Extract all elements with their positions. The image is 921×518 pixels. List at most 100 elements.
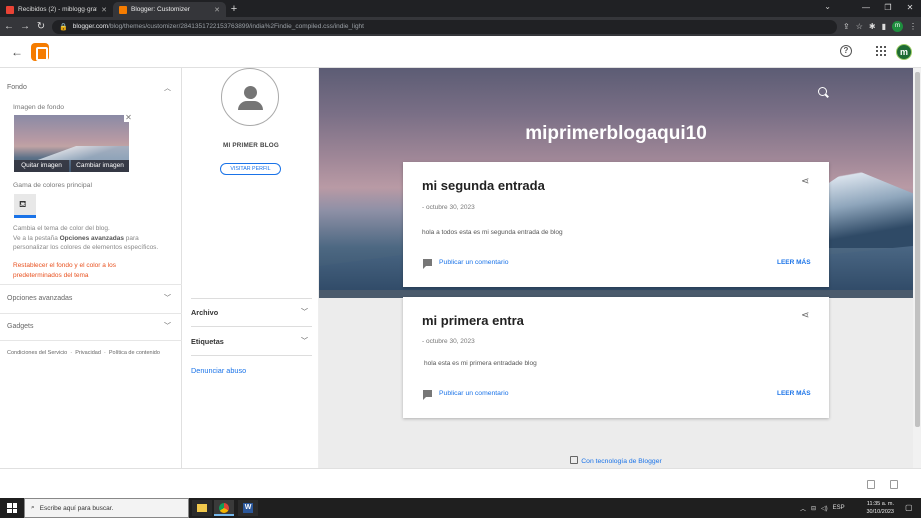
file-explorer-icon[interactable] bbox=[192, 500, 212, 516]
post-card: mi primera entra ⋖ - octubre 30, 2023 ho… bbox=[403, 297, 829, 418]
profile-picture[interactable] bbox=[221, 68, 279, 126]
back-arrow-icon[interactable]: ← bbox=[11, 45, 23, 59]
tab-blogger-customizer[interactable]: Blogger: Customizer ✕ bbox=[113, 2, 226, 17]
chevron-down-icon[interactable]: ﹀ bbox=[301, 307, 308, 317]
close-window-icon[interactable]: ✕ bbox=[899, 0, 921, 17]
menu-dots-icon[interactable]: ⋮ bbox=[909, 22, 917, 31]
close-tab-icon[interactable]: ✕ bbox=[214, 6, 220, 14]
share-page-icon[interactable]: ⇪ bbox=[843, 22, 850, 31]
scrollbar-thumb[interactable] bbox=[915, 72, 920, 427]
apps-grid-icon[interactable] bbox=[876, 46, 886, 56]
new-tab-button[interactable]: + bbox=[226, 2, 242, 17]
customizer-panel: Fondo ︿ Imagen de fondo ✕ Quitar imagen … bbox=[0, 68, 182, 468]
blog-title[interactable]: miprimerblogaqui10 bbox=[319, 123, 913, 145]
tab-title: Blogger: Customizer bbox=[131, 6, 190, 13]
chevron-up-icon[interactable]: ︿ bbox=[800, 504, 806, 513]
save-bar bbox=[0, 468, 921, 498]
notifications-icon[interactable]: ▢ bbox=[905, 503, 913, 512]
chevron-down-icon[interactable]: ﹀ bbox=[301, 336, 308, 346]
color-palette-button[interactable]: ⛾ bbox=[14, 194, 36, 218]
section-advanced-options[interactable]: Opciones avanzadas bbox=[7, 295, 72, 302]
palette-description: Cambia el tema de color del blog. Ve a l… bbox=[13, 225, 159, 251]
share-icon[interactable]: ⋖ bbox=[801, 310, 809, 321]
close-icon[interactable]: ✕ bbox=[124, 113, 133, 122]
post-date[interactable]: - octubre 30, 2023 bbox=[422, 338, 475, 345]
post-snippet: hola esta es mi primera entradade blog bbox=[424, 360, 537, 367]
blog-name: MI PRIMER BLOG bbox=[223, 142, 279, 149]
minimize-icon[interactable]: — bbox=[855, 0, 877, 17]
help-icon[interactable]: ? bbox=[840, 45, 852, 57]
extensions-icon[interactable]: ✱ bbox=[869, 22, 876, 31]
post-card: mi segunda entrada ⋖ - octubre 30, 2023 … bbox=[403, 162, 829, 287]
browser-tab-strip: Recibidos (2) - miblogg·gratisper... ✕ B… bbox=[0, 0, 921, 17]
chrome-icon[interactable] bbox=[214, 500, 234, 516]
windows-taskbar: ⌕ Escribe aquí para buscar. W ︿ ⊟ ◁) ESP… bbox=[0, 498, 921, 518]
sidepanel-icon[interactable]: ▮ bbox=[882, 22, 886, 31]
avatar[interactable]: m bbox=[896, 44, 912, 60]
language-indicator[interactable]: ESP bbox=[833, 505, 845, 511]
blogger-icon bbox=[570, 456, 579, 464]
blogger-header: ← ? m bbox=[0, 36, 921, 68]
windows-start-icon[interactable] bbox=[7, 503, 17, 513]
privacy-link[interactable]: Privacidad bbox=[75, 350, 101, 356]
chevron-down-icon[interactable]: ﹀ bbox=[164, 321, 171, 331]
search-placeholder: Escribe aquí para buscar. bbox=[39, 504, 114, 512]
profile-avatar[interactable]: m bbox=[892, 21, 903, 32]
paint-bucket-icon: ⛾ bbox=[19, 199, 27, 209]
draft-icon[interactable] bbox=[867, 480, 875, 489]
system-tray: ︿ ⊟ ◁) ESP bbox=[800, 498, 845, 518]
address-toolbar: ← → ↻ 🔒 blogger.com/blog/themes/customiz… bbox=[0, 17, 921, 36]
chevron-up-icon[interactable]: ︿ bbox=[164, 83, 171, 93]
back-icon[interactable]: ← bbox=[4, 21, 14, 32]
comment-link[interactable]: Publicar un comentario bbox=[439, 259, 509, 266]
clock[interactable]: 11:35 a. m. 30/10/2023 bbox=[862, 500, 894, 516]
url-bar[interactable]: 🔒 blogger.com/blog/themes/customizer/284… bbox=[52, 19, 838, 34]
taskbar-search[interactable]: ⌕ Escribe aquí para buscar. bbox=[24, 498, 189, 518]
change-image-button[interactable]: Cambiar imagen bbox=[71, 160, 129, 172]
reload-icon[interactable]: ↻ bbox=[36, 21, 46, 32]
close-tab-icon[interactable]: ✕ bbox=[101, 6, 107, 14]
read-more-link[interactable]: LEER MÁS bbox=[777, 390, 811, 397]
volume-icon[interactable]: ◁) bbox=[821, 505, 828, 512]
window-controls: — ❐ ✕ bbox=[855, 0, 921, 17]
chevron-down-icon[interactable]: ﹀ bbox=[164, 293, 171, 303]
reset-theme-link[interactable]: Restablecer el fondo y el color a los pr… bbox=[13, 261, 173, 280]
tab-search-icon[interactable]: ⌄ bbox=[824, 2, 831, 11]
visit-profile-button[interactable]: VISITAR PERFIL bbox=[220, 163, 281, 175]
url-host: blogger.com bbox=[72, 23, 109, 30]
remove-image-button[interactable]: Quitar imagen bbox=[14, 160, 69, 172]
blogger-logo-icon[interactable] bbox=[31, 43, 49, 61]
save-icon[interactable] bbox=[890, 480, 898, 489]
word-icon[interactable]: W bbox=[238, 500, 258, 516]
content-policy-link[interactable]: Política de contenido bbox=[109, 350, 160, 356]
section-fondo-heading[interactable]: Fondo bbox=[7, 84, 27, 91]
post-date[interactable]: - octubre 30, 2023 bbox=[422, 204, 475, 211]
search-icon[interactable] bbox=[818, 87, 827, 96]
background-image-thumbnail: ✕ Quitar imagen Cambiar imagen bbox=[14, 113, 133, 172]
user-icon bbox=[244, 86, 257, 99]
share-icon[interactable]: ⋖ bbox=[801, 176, 809, 187]
restore-icon[interactable]: ❐ bbox=[877, 0, 899, 17]
terms-link[interactable]: Condiciones del Servicio bbox=[7, 350, 67, 356]
section-gadgets[interactable]: Gadgets bbox=[7, 323, 33, 330]
powered-by-blogger[interactable]: Con tecnología de Blogger bbox=[319, 456, 913, 465]
search-icon: ⌕ bbox=[31, 504, 35, 511]
toolbar-icons: ⇪ ☆ ✱ ▮ m ⋮ bbox=[843, 21, 917, 32]
widget-archive[interactable]: Archivo bbox=[191, 308, 218, 317]
report-abuse-link[interactable]: Denunciar abuso bbox=[191, 366, 246, 375]
post-title[interactable]: mi segunda entrada bbox=[422, 178, 545, 193]
preview-scrollbar[interactable] bbox=[913, 68, 921, 468]
bookmark-star-icon[interactable]: ☆ bbox=[856, 22, 863, 31]
network-icon[interactable]: ⊟ bbox=[811, 505, 816, 512]
comment-icon[interactable] bbox=[423, 390, 432, 400]
lock-icon[interactable]: 🔒 bbox=[59, 23, 68, 31]
comment-link[interactable]: Publicar un comentario bbox=[439, 390, 509, 397]
tab-title: Recibidos (2) - miblogg·gratisper... bbox=[18, 6, 97, 13]
read-more-link[interactable]: LEER MÁS bbox=[777, 259, 811, 266]
tab-gmail[interactable]: Recibidos (2) - miblogg·gratisper... ✕ bbox=[0, 2, 113, 17]
widget-labels[interactable]: Etiquetas bbox=[191, 337, 224, 346]
blog-sidebar: MI PRIMER BLOG VISITAR PERFIL Archivo ﹀ … bbox=[183, 68, 319, 468]
forward-icon[interactable]: → bbox=[20, 21, 30, 32]
comment-icon[interactable] bbox=[423, 259, 432, 269]
post-title[interactable]: mi primera entra bbox=[422, 313, 524, 328]
